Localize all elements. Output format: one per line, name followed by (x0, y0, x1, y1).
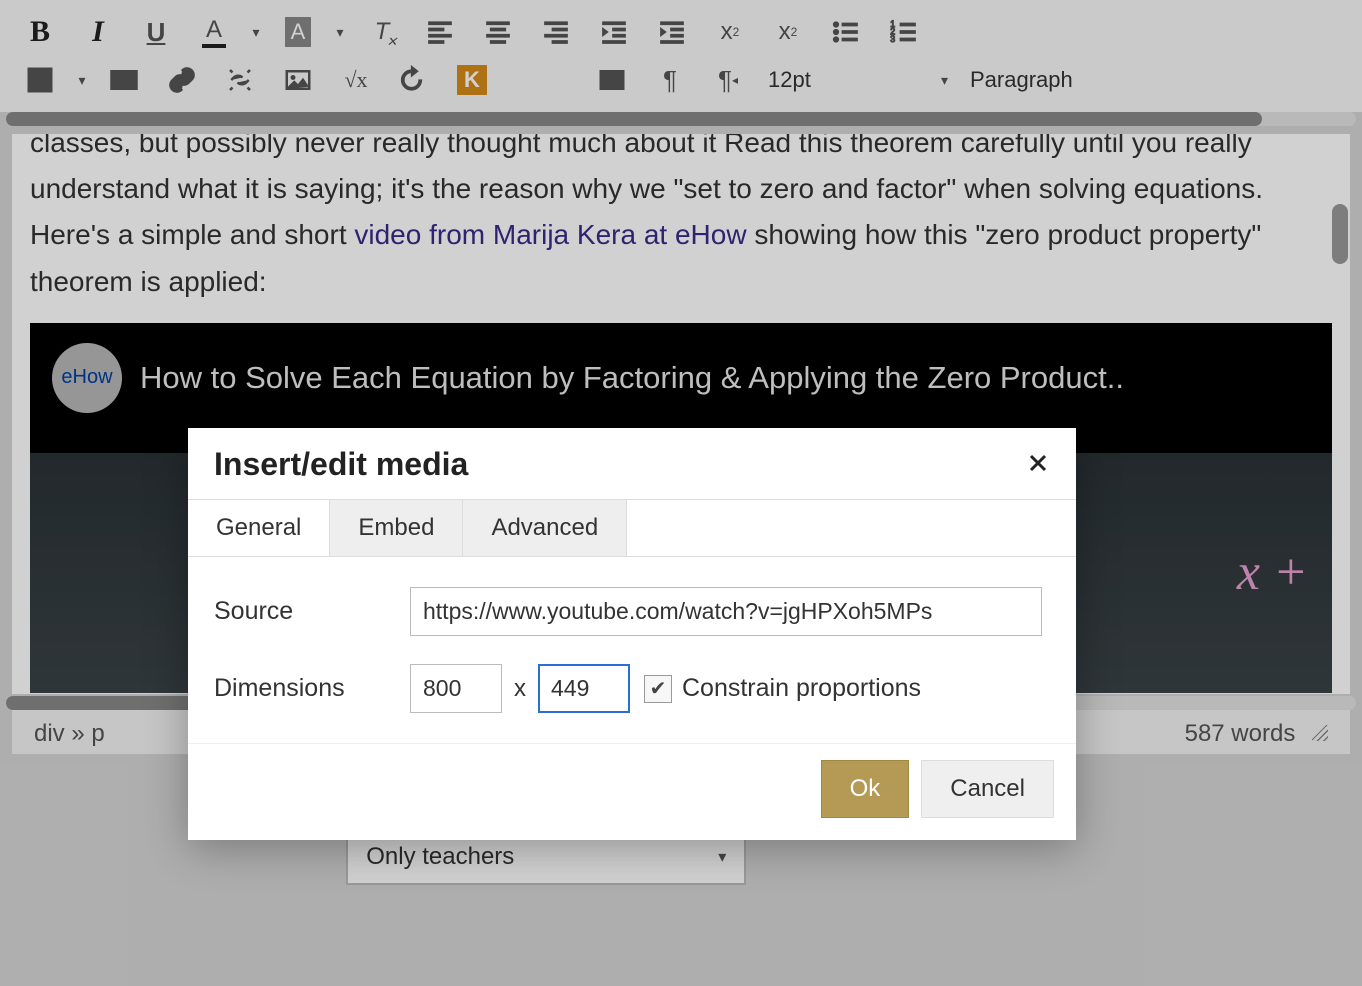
toolbar-row-1: B I U A ▾ A ▾ T✕ x2 x2 (12, 8, 1350, 56)
tab-advanced[interactable]: Advanced (463, 500, 627, 556)
dimensions-label: Dimensions (214, 674, 410, 703)
bullet-list-button[interactable] (818, 10, 874, 54)
table-dropdown[interactable]: ▾ (70, 58, 94, 102)
video-header: eHow How to Solve Each Equation by Facto… (30, 323, 1332, 433)
source-label: Source (214, 597, 410, 626)
image-button[interactable] (270, 58, 326, 102)
video-link[interactable]: video from Marija Kera at eHow (354, 219, 746, 250)
indent-button[interactable] (644, 10, 700, 54)
element-path[interactable]: div » p (34, 720, 105, 748)
highlight-dropdown[interactable]: ▾ (328, 10, 352, 54)
fontsize-value: 12pt (768, 67, 811, 93)
width-input[interactable] (410, 664, 502, 713)
fontsize-select[interactable]: 12pt ▾ (758, 58, 958, 102)
equation-button[interactable]: √x (328, 58, 384, 102)
modal-tabs: General Embed Advanced (188, 499, 1076, 557)
constrain-label: Constrain proportions (682, 674, 921, 703)
close-button[interactable] (1026, 446, 1050, 483)
superscript-button[interactable]: x2 (702, 10, 758, 54)
align-right-button[interactable] (528, 10, 584, 54)
constrain-checkbox[interactable]: ✔ (644, 675, 672, 703)
chevron-down-icon: ▾ (718, 847, 726, 867)
video-math-fragment: x + (1237, 530, 1308, 616)
cancel-button[interactable]: Cancel (921, 760, 1054, 818)
modal-body: Source Dimensions x ✔ Constrain proporti… (188, 557, 1076, 743)
chevron-down-icon: ▾ (941, 72, 948, 89)
editor-vertical-scrollbar[interactable] (1330, 134, 1348, 694)
italic-button[interactable]: I (70, 10, 126, 54)
table-button[interactable] (12, 58, 68, 102)
toolbar-scrollbar[interactable] (6, 112, 1356, 126)
link-button[interactable] (154, 58, 210, 102)
role-select-value: Only teachers (366, 843, 514, 871)
tab-general[interactable]: General (188, 500, 330, 556)
unlink-button[interactable] (212, 58, 268, 102)
redirect-button[interactable] (386, 58, 442, 102)
modal-header: Insert/edit media (188, 428, 1076, 499)
bold-button[interactable]: B (12, 10, 68, 54)
source-input[interactable] (410, 587, 1042, 636)
highlight-button[interactable]: A (270, 10, 326, 54)
align-left-button[interactable] (412, 10, 468, 54)
numbered-list-button[interactable]: 123 (876, 10, 932, 54)
paragraph-select[interactable]: Paragraph (960, 58, 1160, 102)
toolbar-row-2: ▾ √x K ¶ ¶◂ 12pt ▾ Paragraph (12, 56, 1350, 104)
clear-format-button[interactable]: T✕ (354, 10, 410, 54)
editor-toolbar: B I U A ▾ A ▾ T✕ x2 x2 (0, 0, 1362, 112)
height-input[interactable] (538, 664, 630, 713)
text-color-dropdown[interactable]: ▾ (244, 10, 268, 54)
insert-media-modal: Insert/edit media General Embed Advanced… (188, 428, 1076, 840)
tab-embed[interactable]: Embed (330, 500, 463, 556)
check-icon: ✔ (650, 676, 667, 701)
ok-button[interactable]: Ok (821, 760, 910, 818)
video-title: How to Solve Each Equation by Factoring … (140, 352, 1124, 403)
media-button[interactable] (96, 58, 152, 102)
kaltura-button[interactable]: K (444, 58, 500, 102)
dimension-separator: x (514, 675, 526, 703)
ltr-button[interactable]: ¶ (642, 58, 698, 102)
align-center-button[interactable] (470, 10, 526, 54)
word-count: 587 words (1185, 720, 1296, 747)
text-color-button[interactable]: A (186, 10, 242, 54)
resize-grip-icon[interactable] (1312, 725, 1328, 741)
body-text: classes, but possibly never really thoug… (30, 134, 1065, 158)
underline-button[interactable]: U (128, 10, 184, 54)
modal-title: Insert/edit media (214, 446, 468, 483)
subscript-button[interactable]: x2 (760, 10, 816, 54)
ehow-logo: eHow (52, 343, 122, 413)
outdent-button[interactable] (586, 10, 642, 54)
paragraph-value: Paragraph (970, 67, 1073, 93)
rtl-button[interactable]: ¶◂ (700, 58, 756, 102)
svg-text:3: 3 (890, 34, 895, 44)
modal-footer: Ok Cancel (188, 743, 1076, 840)
play-button[interactable] (584, 58, 640, 102)
